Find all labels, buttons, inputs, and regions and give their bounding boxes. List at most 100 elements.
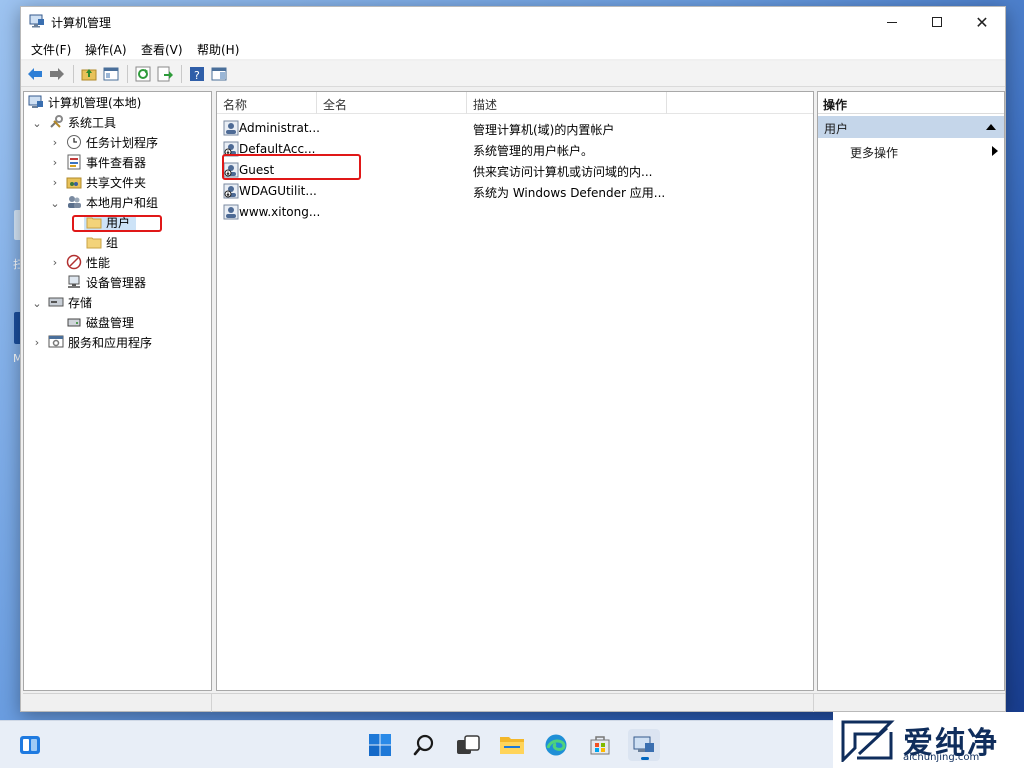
actions-section-label: 用户 xyxy=(824,122,849,136)
disk-management-icon xyxy=(67,318,81,327)
chevron-right-icon[interactable]: › xyxy=(32,336,42,349)
performance-icon xyxy=(66,254,82,270)
tree-item-groups[interactable]: 组 xyxy=(86,232,118,252)
store-icon xyxy=(590,736,610,755)
widgets-button[interactable] xyxy=(14,729,46,761)
tree-item-storage[interactable]: 存储 xyxy=(48,292,92,312)
task-view-button[interactable] xyxy=(452,729,484,761)
chevron-right-icon[interactable]: › xyxy=(50,256,60,269)
tree-item-task-scheduler[interactable]: 任务计划程序 xyxy=(66,132,158,152)
title-bar[interactable]: 计算机管理 ✕ xyxy=(21,7,1005,37)
status-bar xyxy=(23,693,1005,712)
tree-label: 共享文件夹 xyxy=(86,175,147,190)
refresh-button[interactable] xyxy=(133,64,153,84)
tree-label: 存储 xyxy=(68,295,93,310)
table-row[interactable]: Administrat... 管理计算机(域)的内置帐户 xyxy=(217,118,813,138)
menu-view[interactable]: 查看(V) xyxy=(141,41,183,58)
windows-logo-icon xyxy=(369,734,391,756)
svg-text:?: ? xyxy=(194,69,200,82)
chevron-down-icon[interactable]: ⌄ xyxy=(32,117,42,130)
tree-label: 系统工具 xyxy=(68,115,117,130)
forward-button[interactable] xyxy=(47,64,67,84)
users-highlight-box xyxy=(72,215,162,232)
status-divider xyxy=(813,694,814,712)
collapse-up-icon[interactable] xyxy=(986,124,996,130)
tree-label: 事件查看器 xyxy=(86,155,147,170)
export-list-button[interactable] xyxy=(155,64,175,84)
tree-item-system-tools[interactable]: 系统工具 xyxy=(48,112,116,132)
chevron-down-icon[interactable]: ⌄ xyxy=(50,197,60,210)
tree-label: 计算机管理(本地) xyxy=(48,95,142,110)
disabled-user-icon xyxy=(223,183,239,199)
users-list-view: 名称 全名 描述 Administrat... 管理计算机(域)的内置帐户 De… xyxy=(216,91,814,691)
table-row[interactable]: WDAGUtilit... 系统为 Windows Defender 应用... xyxy=(217,181,813,201)
window-title: 计算机管理 xyxy=(51,16,112,30)
minimize-button[interactable] xyxy=(869,7,915,37)
chevron-right-icon[interactable]: › xyxy=(50,156,60,169)
actions-section-users[interactable]: 用户 xyxy=(818,116,1004,138)
tree-label: 设备管理器 xyxy=(86,275,147,290)
minimize-icon xyxy=(887,21,897,23)
user-account-icon xyxy=(223,204,239,220)
search-button[interactable] xyxy=(408,729,440,761)
menu-help[interactable]: 帮助(H) xyxy=(197,41,239,58)
actions-header: 操作 xyxy=(818,92,1004,114)
store-button[interactable] xyxy=(584,729,616,761)
watermark-logo: 爱纯净 aichunjing.com xyxy=(833,712,1024,768)
menu-file[interactable]: 文件(F) xyxy=(31,41,71,58)
tree-item-local-users-groups[interactable]: 本地用户和组 xyxy=(66,192,158,212)
maximize-icon xyxy=(932,17,942,27)
tree-item-device-manager[interactable]: 设备管理器 xyxy=(66,272,146,292)
toolbar: ? xyxy=(21,61,1005,87)
up-level-button[interactable] xyxy=(79,64,99,84)
watermark-logo-icon xyxy=(841,720,895,762)
folder-icon xyxy=(86,237,102,249)
search-icon xyxy=(413,734,434,756)
menu-action[interactable]: 操作(A) xyxy=(85,41,127,58)
tree-item-disk-management[interactable]: 磁盘管理 xyxy=(66,312,134,332)
edge-browser-button[interactable] xyxy=(540,729,572,761)
action-pane-icon xyxy=(211,67,227,81)
tools-icon xyxy=(50,115,63,128)
toolbar-separator xyxy=(73,65,74,83)
tree-item-performance[interactable]: 性能 xyxy=(66,252,110,272)
close-icon: ✕ xyxy=(975,12,989,32)
menu-bar: 文件(F) 操作(A) 查看(V) 帮助(H) xyxy=(21,37,1005,59)
show-hide-action-pane-button[interactable] xyxy=(209,64,229,84)
back-button[interactable] xyxy=(25,64,45,84)
storage-icon xyxy=(48,297,64,307)
computer-management-taskbar-button[interactable] xyxy=(628,729,660,761)
folder-up-icon xyxy=(81,69,97,81)
column-header-description[interactable]: 描述 xyxy=(467,92,667,114)
chevron-right-icon[interactable]: › xyxy=(50,136,60,149)
maximize-button[interactable] xyxy=(914,7,960,37)
help-icon: ? xyxy=(190,67,204,82)
column-header-fullname[interactable]: 全名 xyxy=(317,92,467,114)
submenu-arrow-icon xyxy=(992,146,998,156)
refresh-icon xyxy=(135,66,151,82)
cell-description: 供来宾访问计算机或访问域的内... xyxy=(473,165,653,179)
services-apps-icon xyxy=(48,335,64,348)
start-button[interactable] xyxy=(364,729,396,761)
file-explorer-icon xyxy=(500,737,524,754)
shared-folder-icon xyxy=(66,177,82,189)
chevron-right-icon[interactable]: › xyxy=(50,176,60,189)
tree-label: 本地用户和组 xyxy=(86,195,159,210)
more-actions-item[interactable]: 更多操作 xyxy=(850,144,898,161)
cell-description: 系统管理的用户帐户。 xyxy=(473,144,594,158)
tree-item-services-apps[interactable]: 服务和应用程序 xyxy=(48,332,152,352)
tree-item-shared-folders[interactable]: 共享文件夹 xyxy=(66,172,146,192)
tree-item-event-viewer[interactable]: 事件查看器 xyxy=(66,152,146,172)
chevron-down-icon[interactable]: ⌄ xyxy=(32,297,42,310)
toolbar-separator xyxy=(127,65,128,83)
running-indicator xyxy=(641,757,649,760)
tree-item-root[interactable]: 计算机管理(本地) xyxy=(28,92,141,112)
file-explorer-button[interactable] xyxy=(496,729,528,761)
table-row[interactable]: www.xitong... xyxy=(217,202,813,222)
close-button[interactable]: ✕ xyxy=(959,7,1005,37)
column-header-name[interactable]: 名称 xyxy=(217,92,317,114)
status-divider xyxy=(211,694,212,712)
show-hide-tree-button[interactable] xyxy=(101,64,121,84)
help-button[interactable]: ? xyxy=(187,64,207,84)
tree-label: 组 xyxy=(106,235,119,250)
